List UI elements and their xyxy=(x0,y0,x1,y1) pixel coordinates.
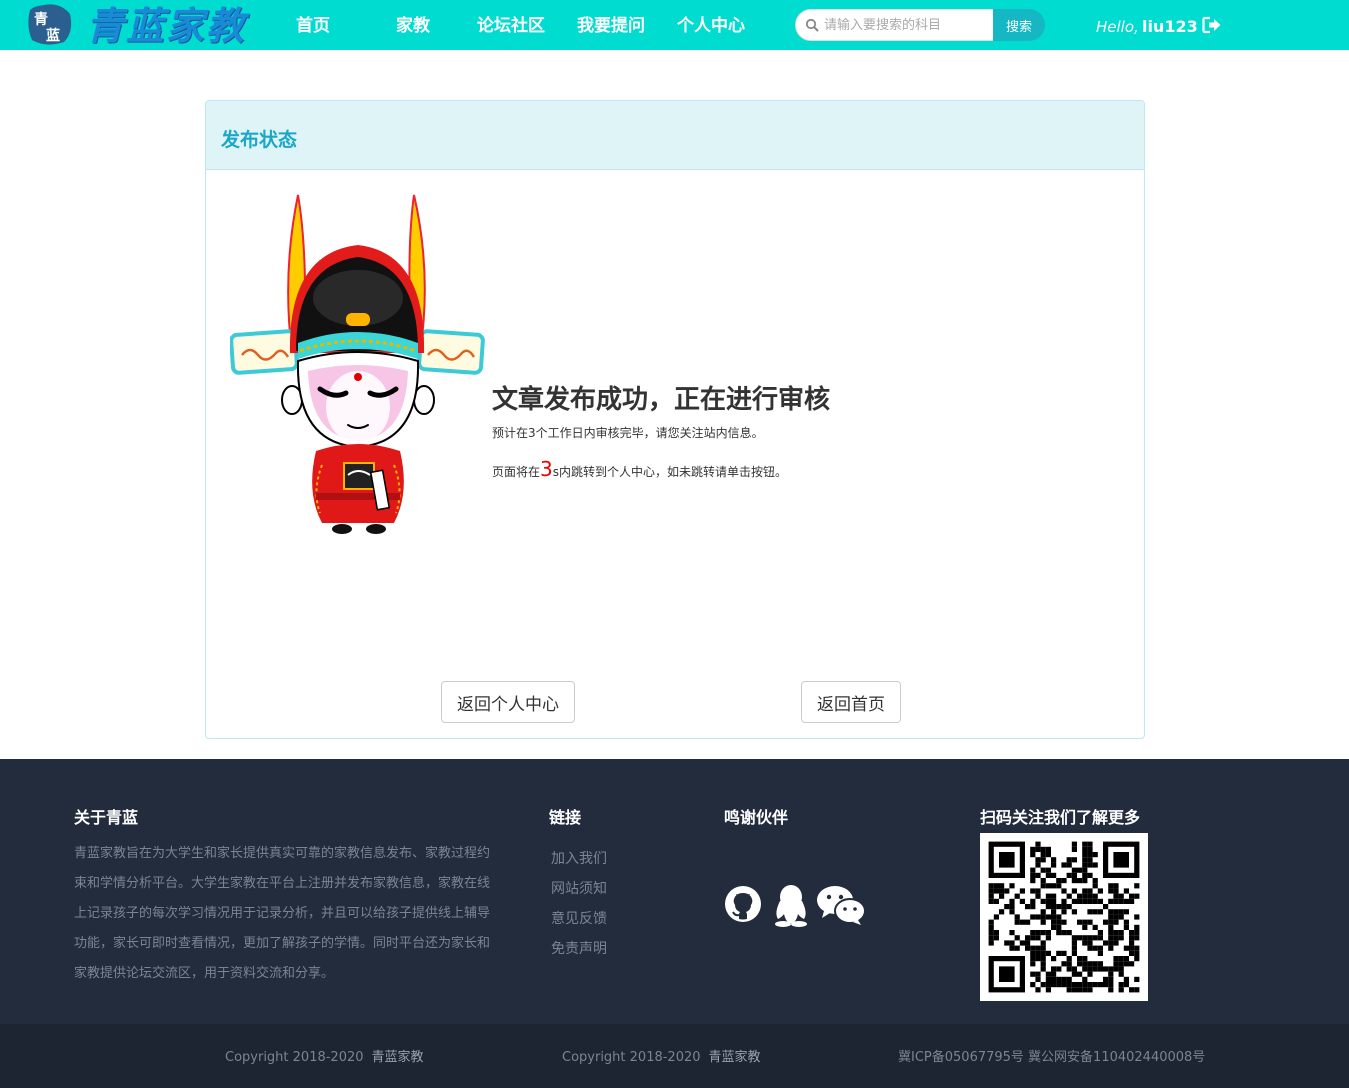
logo-text: 青蓝家教 xyxy=(86,3,247,48)
panel-heading: 发布状态 xyxy=(206,101,1144,170)
github-icon[interactable] xyxy=(724,885,762,923)
qr-heading: 扫码关注我们了解更多 xyxy=(980,808,1141,827)
copyright-bar: Copyright 2018-2020 青蓝家教 Copyright 2018-2… xyxy=(0,1024,1349,1088)
publish-status-panel: 发布状态 文章发布成功，正在进行审核 预计在3个工作日内审核完毕，请您关注站内信… xyxy=(205,100,1145,739)
search-button[interactable]: 搜索 xyxy=(993,9,1045,41)
search-icon xyxy=(805,18,819,32)
logout-icon[interactable] xyxy=(1202,16,1222,34)
site-logo[interactable]: 青 蓝 青蓝家教 xyxy=(24,2,254,48)
return-home-button[interactable]: 返回首页 xyxy=(801,681,901,723)
link-join-us[interactable]: 加入我们 xyxy=(551,848,607,868)
return-personal-center-button[interactable]: 返回个人中心 xyxy=(441,681,575,723)
greeting-text: Hello, xyxy=(1096,18,1139,36)
nav-forum[interactable]: 论坛社区 xyxy=(477,0,545,50)
top-navbar: 青 蓝 青蓝家教 首页 家教 论坛社区 我要提问 个人中心 搜索 Hello, … xyxy=(0,0,1349,50)
review-notice-text: 预计在3个工作日内审核完毕，请您关注站内信息。 xyxy=(492,426,764,440)
logo-seal-icon: 青 蓝 xyxy=(28,4,72,45)
username-link[interactable]: liu123 xyxy=(1142,0,1198,50)
link-site-notice[interactable]: 网站须知 xyxy=(551,878,607,898)
search-input[interactable] xyxy=(795,9,995,41)
copyright-text-2: Copyright 2018-2020 xyxy=(562,1050,701,1065)
site-footer: 关于青蓝 青蓝家教旨在为大学生和家长提供真实可靠的家教信息发布、家教过程约束和学… xyxy=(0,759,1349,1024)
nav-tutor[interactable]: 家教 xyxy=(396,0,430,50)
redirect-notice: 页面将在3s内跳转到个人中心，如未跳转请单击按钮。 xyxy=(492,457,787,481)
copyright-middle: Copyright 2018-2020 青蓝家教 xyxy=(562,1046,761,1065)
brand-name-2[interactable]: 青蓝家教 xyxy=(709,1050,761,1065)
redirect-text-before: 页面将在 xyxy=(492,465,541,479)
link-feedback[interactable]: 意见反馈 xyxy=(551,908,607,928)
brand-name-1[interactable]: 青蓝家教 xyxy=(372,1050,424,1065)
search-box: 搜索 xyxy=(795,9,1045,41)
countdown-seconds: 3 xyxy=(540,457,553,481)
success-message-title: 文章发布成功，正在进行审核 xyxy=(492,385,831,415)
opera-mascot-illustration xyxy=(230,194,485,534)
nav-home[interactable]: 首页 xyxy=(296,0,330,50)
nav-ask-question[interactable]: 我要提问 xyxy=(577,0,645,50)
svg-text:青: 青 xyxy=(34,11,48,28)
wechat-qr-code xyxy=(980,833,1148,1001)
link-disclaimer[interactable]: 免责声明 xyxy=(551,938,607,958)
about-description: 青蓝家教旨在为大学生和家长提供真实可靠的家教信息发布、家教过程约束和学情分析平台… xyxy=(74,846,491,981)
svg-text:蓝: 蓝 xyxy=(46,27,60,44)
about-heading: 关于青蓝 xyxy=(74,808,139,827)
panel-title: 发布状态 xyxy=(221,129,298,151)
qq-icon[interactable] xyxy=(770,883,812,927)
links-heading: 链接 xyxy=(549,808,582,827)
copyright-left: Copyright 2018-2020 青蓝家教 xyxy=(225,1046,424,1065)
copyright-text-1: Copyright 2018-2020 xyxy=(225,1050,364,1065)
nav-personal-center[interactable]: 个人中心 xyxy=(677,0,745,50)
icp-record[interactable]: 冀ICP备05067795号 冀公网安备110402440008号 xyxy=(898,1046,1205,1065)
redirect-text-after: s内跳转到个人中心，如未跳转请单击按钮。 xyxy=(552,465,788,479)
partners-heading: 鸣谢伙伴 xyxy=(724,808,789,827)
wechat-icon[interactable] xyxy=(816,884,866,926)
